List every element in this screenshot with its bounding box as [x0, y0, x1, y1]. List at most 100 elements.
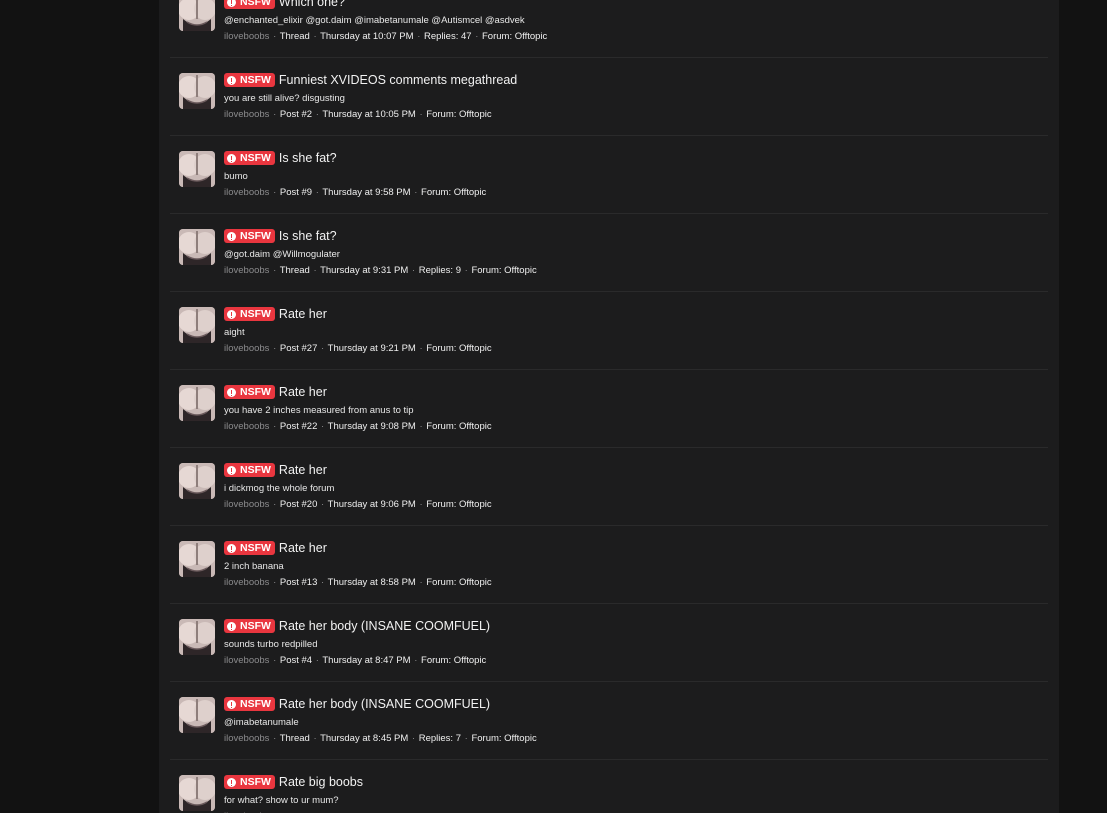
- result-title-link[interactable]: Which one?: [279, 0, 345, 9]
- result-username[interactable]: iloveboobs: [224, 265, 269, 276]
- avatar-image: [179, 151, 215, 187]
- result-forum[interactable]: Forum: Offtopic: [421, 655, 486, 666]
- nsfw-badge[interactable]: NSFW: [224, 619, 275, 633]
- result-title-row: NSFW Funniest XVIDEOS comments megathrea…: [224, 71, 1038, 89]
- search-result[interactable]: NSFW Rate her body (INSANE COOMFUEL) sou…: [170, 604, 1048, 682]
- result-meta: iloveboobs · Thread · Thursday at 10:07 …: [224, 30, 1038, 43]
- avatar[interactable]: [179, 151, 215, 187]
- result-meta: iloveboobs · Thread · Thursday at 8:45 P…: [224, 732, 1038, 745]
- result-title-link[interactable]: Rate her: [279, 541, 327, 555]
- result-content-type[interactable]: Post #13: [280, 577, 318, 588]
- result-forum[interactable]: Forum: Offtopic: [482, 31, 547, 42]
- result-content-type[interactable]: Post #22: [280, 421, 318, 432]
- search-result[interactable]: NSFW Which one? @enchanted_elixir @got.d…: [170, 0, 1048, 58]
- meta-separator: ·: [273, 265, 277, 276]
- nsfw-badge[interactable]: NSFW: [224, 0, 275, 9]
- result-date[interactable]: Thursday at 10:05 PM: [322, 109, 415, 120]
- result-forum[interactable]: Forum: Offtopic: [426, 577, 491, 588]
- nsfw-badge[interactable]: NSFW: [224, 151, 275, 165]
- meta-separator: ·: [315, 655, 319, 666]
- nsfw-badge[interactable]: NSFW: [224, 697, 275, 711]
- result-username[interactable]: iloveboobs: [224, 499, 269, 510]
- result-date[interactable]: Thursday at 8:47 PM: [322, 655, 410, 666]
- nsfw-badge[interactable]: NSFW: [224, 307, 275, 321]
- result-content-type[interactable]: Post #2: [280, 109, 312, 120]
- result-content-type[interactable]: Thread: [280, 265, 310, 276]
- search-result[interactable]: NSFW Rate her you have 2 inches measured…: [170, 370, 1048, 448]
- nsfw-badge[interactable]: NSFW: [224, 229, 275, 243]
- search-result[interactable]: NSFW Rate big boobs for what? show to ur…: [170, 760, 1048, 813]
- result-date[interactable]: Thursday at 9:21 PM: [328, 343, 416, 354]
- avatar[interactable]: [179, 73, 215, 109]
- avatar[interactable]: [179, 619, 215, 655]
- result-title-link[interactable]: Rate her body (INSANE COOMFUEL): [279, 697, 490, 711]
- result-date[interactable]: Thursday at 9:06 PM: [328, 499, 416, 510]
- result-title-link[interactable]: Is she fat?: [279, 151, 337, 165]
- result-username[interactable]: iloveboobs: [224, 733, 269, 744]
- nsfw-badge[interactable]: NSFW: [224, 463, 275, 477]
- result-username[interactable]: iloveboobs: [224, 31, 269, 42]
- search-result[interactable]: NSFW Rate her 2 inch banana iloveboobs ·…: [170, 526, 1048, 604]
- result-forum[interactable]: Forum: Offtopic: [426, 499, 491, 510]
- result-body: NSFW Rate her body (INSANE COOMFUEL) sou…: [224, 617, 1038, 667]
- avatar-image: [179, 697, 215, 733]
- avatar-image: [179, 0, 215, 31]
- result-date[interactable]: Thursday at 9:08 PM: [328, 421, 416, 432]
- result-title-link[interactable]: Rate her: [279, 307, 327, 321]
- result-username[interactable]: iloveboobs: [224, 577, 269, 588]
- nsfw-badge[interactable]: NSFW: [224, 775, 275, 789]
- result-username[interactable]: iloveboobs: [224, 655, 269, 666]
- meta-separator: ·: [464, 733, 468, 744]
- result-username[interactable]: iloveboobs: [224, 187, 269, 198]
- result-content-type[interactable]: Thread: [280, 31, 310, 42]
- result-username[interactable]: iloveboobs: [224, 109, 269, 120]
- search-result[interactable]: NSFW Rate her i dickmog the whole forum …: [170, 448, 1048, 526]
- result-title-link[interactable]: Rate her: [279, 463, 327, 477]
- result-forum[interactable]: Forum: Offtopic: [426, 421, 491, 432]
- meta-separator: ·: [419, 343, 423, 354]
- search-result[interactable]: NSFW Rate her aight iloveboobs · Post #2…: [170, 292, 1048, 370]
- nsfw-badge[interactable]: NSFW: [224, 73, 275, 87]
- avatar[interactable]: [179, 541, 215, 577]
- avatar[interactable]: [179, 463, 215, 499]
- search-result[interactable]: NSFW Rate her body (INSANE COOMFUEL) @im…: [170, 682, 1048, 760]
- result-date[interactable]: Thursday at 9:31 PM: [320, 265, 408, 276]
- avatar[interactable]: [179, 775, 215, 811]
- search-result[interactable]: NSFW Funniest XVIDEOS comments megathrea…: [170, 58, 1048, 136]
- avatar[interactable]: [179, 385, 215, 421]
- nsfw-badge[interactable]: NSFW: [224, 385, 275, 399]
- result-content-type[interactable]: Post #4: [280, 655, 312, 666]
- alert-icon: [227, 465, 236, 475]
- result-forum[interactable]: Forum: Offtopic: [426, 109, 491, 120]
- result-username[interactable]: iloveboobs: [224, 421, 269, 432]
- avatar[interactable]: [179, 229, 215, 265]
- alert-icon: [227, 75, 236, 85]
- result-title-link[interactable]: Rate big boobs: [279, 775, 363, 789]
- result-date[interactable]: Thursday at 8:45 PM: [320, 733, 408, 744]
- result-title-link[interactable]: Rate her body (INSANE COOMFUEL): [279, 619, 490, 633]
- result-forum[interactable]: Forum: Offtopic: [471, 733, 536, 744]
- result-title-row: NSFW Rate her: [224, 461, 1038, 479]
- nsfw-badge[interactable]: NSFW: [224, 541, 275, 555]
- result-title-link[interactable]: Rate her: [279, 385, 327, 399]
- result-title-link[interactable]: Is she fat?: [279, 229, 337, 243]
- result-content-type[interactable]: Thread: [280, 733, 310, 744]
- meta-separator: ·: [273, 577, 277, 588]
- search-result[interactable]: NSFW Is she fat? @got.daim @Willmogulate…: [170, 214, 1048, 292]
- result-date[interactable]: Thursday at 8:58 PM: [328, 577, 416, 588]
- search-result[interactable]: NSFW Is she fat? bumo iloveboobs · Post …: [170, 136, 1048, 214]
- result-forum[interactable]: Forum: Offtopic: [471, 265, 536, 276]
- result-content-type[interactable]: Post #20: [280, 499, 318, 510]
- avatar[interactable]: [179, 697, 215, 733]
- avatar[interactable]: [179, 307, 215, 343]
- result-date[interactable]: Thursday at 10:07 PM: [320, 31, 413, 42]
- result-title-link[interactable]: Funniest XVIDEOS comments megathread: [279, 73, 517, 87]
- meta-separator: ·: [414, 655, 418, 666]
- result-content-type[interactable]: Post #9: [280, 187, 312, 198]
- result-date[interactable]: Thursday at 9:58 PM: [322, 187, 410, 198]
- result-forum[interactable]: Forum: Offtopic: [426, 343, 491, 354]
- result-content-type[interactable]: Post #27: [280, 343, 318, 354]
- result-forum[interactable]: Forum: Offtopic: [421, 187, 486, 198]
- avatar[interactable]: [179, 0, 215, 31]
- result-username[interactable]: iloveboobs: [224, 343, 269, 354]
